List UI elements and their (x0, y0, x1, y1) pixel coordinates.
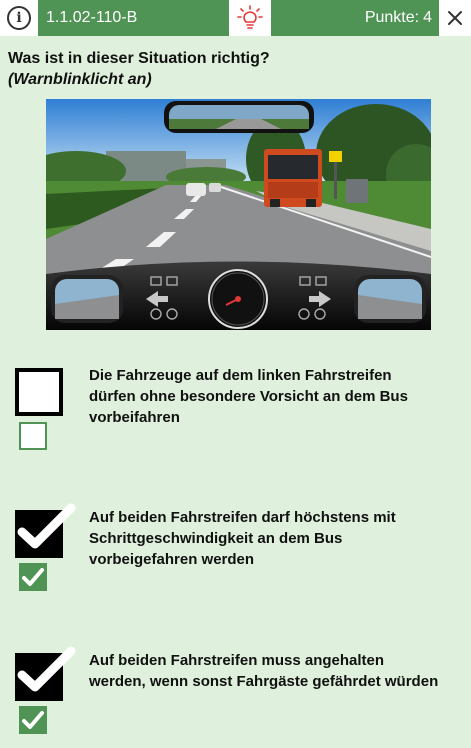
hint-button[interactable] (229, 0, 271, 36)
points-label: Punkte: (364, 9, 420, 26)
solution-checkbox-1 (19, 422, 47, 450)
info-icon: i (7, 6, 31, 30)
question-title: Was ist in dieser Situation richtig? (8, 50, 270, 67)
checkmark-icon (17, 646, 76, 692)
checkmark-icon (22, 568, 44, 586)
close-icon (448, 11, 462, 25)
points-bar: Punkte: 4 (271, 0, 439, 36)
lightbulb-icon (237, 5, 263, 29)
user-checkbox-1[interactable] (15, 368, 63, 416)
question-id-bar: 1.1.02-110-B (38, 0, 229, 36)
top-bar: i 1.1.02-110-B Punkte: 4 (0, 0, 471, 36)
close-button[interactable] (439, 0, 471, 36)
solution-checkbox-3 (19, 706, 47, 734)
traffic-scene-image (46, 99, 431, 330)
question-subtitle: (Warnblinklicht an) (8, 71, 152, 88)
user-checkbox-3[interactable] (15, 646, 76, 701)
user-checkbox-2[interactable] (15, 503, 76, 558)
points-value: 4 (423, 9, 432, 26)
answer-text-3: Auf beiden Fahrstreifen muss angehalten … (89, 652, 439, 690)
question-text: Was ist in dieser Situation richtig? (Wa… (8, 48, 270, 90)
answer-text-1: Die Fahrzeuge auf dem linken Fahrstreife… (89, 367, 408, 426)
answer-text-2: Auf beiden Fahrstreifen darf höchstens m… (89, 509, 396, 568)
info-button[interactable]: i (0, 0, 38, 36)
points-display: Punkte: 4 (361, 9, 432, 27)
solution-checkbox-2 (19, 563, 47, 591)
checkmark-icon (22, 711, 44, 729)
question-id: 1.1.02-110-B (46, 9, 138, 26)
checkmark-icon (17, 503, 76, 549)
